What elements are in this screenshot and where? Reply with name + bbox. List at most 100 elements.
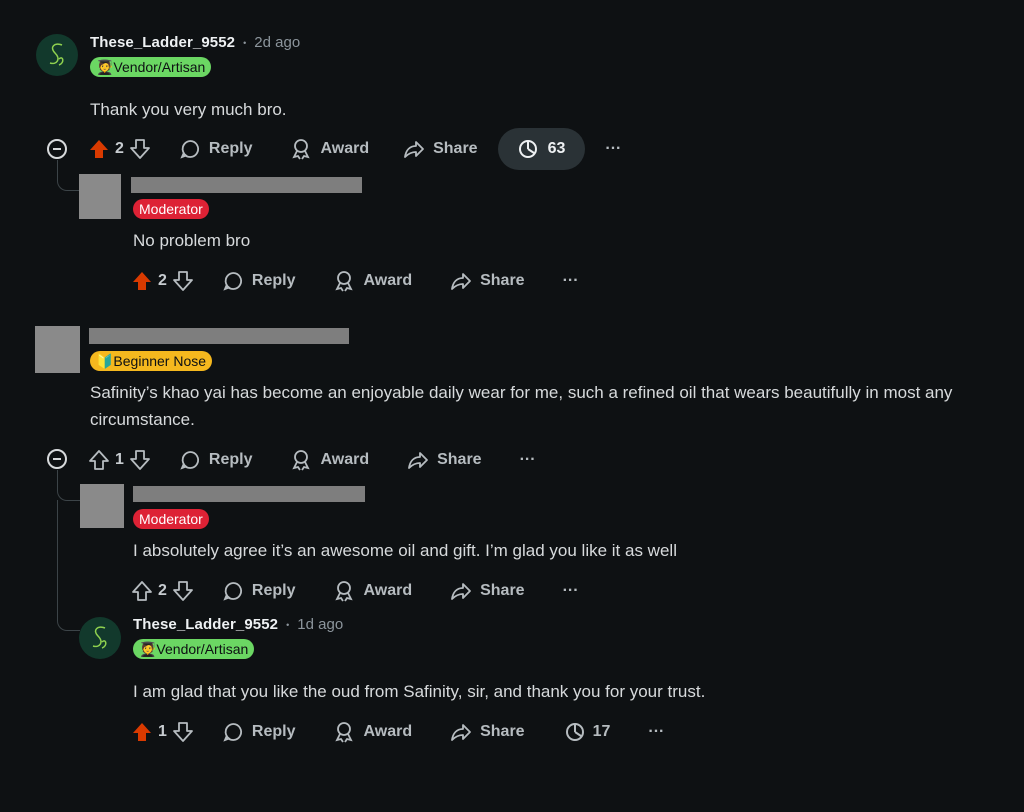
more-icon[interactable]: ··· [520,451,536,469]
downvote-icon[interactable] [172,580,194,602]
more-icon[interactable]: ··· [563,582,579,600]
share-arrow-icon [451,583,471,600]
share-arrow-icon [451,724,471,741]
user-flair: Moderator [133,199,209,219]
comment-body: Thank you very much bro. [90,100,287,119]
share-label: Share [480,582,525,599]
upvote-icon[interactable] [131,721,153,743]
share-label: Share [433,140,478,157]
username[interactable]: These_Ladder_9552 [90,34,235,51]
reply-bubble-icon [223,723,242,742]
avatar[interactable] [80,484,124,528]
downvote-icon[interactable] [129,138,151,160]
comment-actions: 2 Reply Award Share 63 ··· [88,128,621,170]
reply-button[interactable]: Reply [222,721,296,743]
vote-count: 2 [115,140,124,157]
reply-bubble-icon [223,582,242,601]
award-label: Award [363,582,413,599]
share-button[interactable]: Share [407,449,482,471]
comment-body: Safinity’s khao yai has become an enjoya… [90,383,953,429]
reply-button[interactable]: Reply [222,270,296,292]
comment-body: No problem bro [133,231,251,250]
share-arrow-icon [404,141,424,158]
views-button[interactable]: 17 [565,722,610,742]
views-icon [518,140,537,158]
award-ribbon-icon [292,139,311,160]
award-button[interactable]: Award [333,721,412,743]
reply-button[interactable]: Reply [179,449,252,471]
collapse-icon [47,449,67,469]
avatar[interactable] [35,326,80,373]
user-flair: 🧑‍🎓Vendor/Artisan [90,57,212,77]
downvote-icon[interactable] [129,449,151,471]
collapse-icon [47,139,67,159]
share-arrow-icon [408,452,428,469]
views-icon [565,723,584,741]
comment-body: I absolutely agree it’s an awesome oil a… [133,541,677,560]
timestamp[interactable]: 2d ago [254,34,300,51]
reply-label: Reply [251,723,296,740]
thread-elbow [57,160,80,191]
thread-line [57,500,58,615]
redacted-username [89,328,349,344]
avatar[interactable] [79,174,121,219]
vote-count: 2 [158,272,167,289]
award-ribbon-icon [335,722,354,743]
comment-actions: 2 Reply Award Share ··· [131,570,579,612]
award-ribbon-icon [335,581,354,602]
share-button[interactable]: Share [403,138,478,160]
reply-bubble-icon [180,451,199,470]
upvote-icon[interactable] [88,138,110,160]
avatar[interactable] [36,34,78,76]
vote-count: 1 [115,451,124,468]
upvote-icon[interactable] [131,270,153,292]
more-icon[interactable]: ··· [605,140,621,158]
award-button[interactable]: Award [333,580,412,602]
award-button[interactable]: Award [333,270,412,292]
reply-label: Reply [251,272,296,289]
share-button[interactable]: Share [450,270,525,292]
thread-elbow [57,470,80,501]
reply-label: Reply [251,582,296,599]
share-button[interactable]: Share [450,721,525,743]
collapse-button[interactable] [47,139,67,159]
user-flair: 🔰Beginner Nose [90,351,213,371]
timestamp[interactable]: 1d ago [297,616,343,633]
comment-actions: 2 Reply Award Share ··· [131,260,579,302]
reply-button[interactable]: Reply [179,138,252,160]
signature-logo-icon [49,43,64,66]
meta-separator: • [243,37,247,48]
collapse-button[interactable] [47,449,67,469]
meta-separator: • [286,619,290,630]
comment-actions: 1 Reply Award Share ··· [88,439,536,481]
downvote-icon[interactable] [172,270,194,292]
user-flair: 🧑‍🎓Vendor/Artisan [133,639,255,659]
award-ribbon-icon [335,271,354,292]
award-label: Award [320,140,370,157]
user-flair: Moderator [133,509,209,529]
avatar[interactable] [79,617,121,659]
award-button[interactable]: Award [290,449,369,471]
vote-count: 2 [158,582,167,599]
award-button[interactable]: Award [290,138,369,160]
views-button[interactable]: 63 [497,128,586,170]
more-icon[interactable]: ··· [648,723,664,741]
downvote-icon[interactable] [172,721,194,743]
redacted-username [133,486,365,502]
thread-elbow [57,600,80,631]
share-label: Share [480,272,525,289]
more-icon[interactable]: ··· [563,272,579,290]
award-ribbon-icon [292,450,311,471]
reply-button[interactable]: Reply [222,580,296,602]
upvote-icon[interactable] [131,580,153,602]
award-label: Award [320,451,370,468]
reply-bubble-icon [223,272,242,291]
upvote-icon[interactable] [88,449,110,471]
share-button[interactable]: Share [450,580,525,602]
views-count: 63 [547,140,566,157]
share-label: Share [437,451,482,468]
username[interactable]: These_Ladder_9552 [133,616,278,633]
award-label: Award [363,272,413,289]
comment-actions: 1 Reply Award Share 17 ··· [131,711,664,753]
redacted-username [131,177,362,193]
